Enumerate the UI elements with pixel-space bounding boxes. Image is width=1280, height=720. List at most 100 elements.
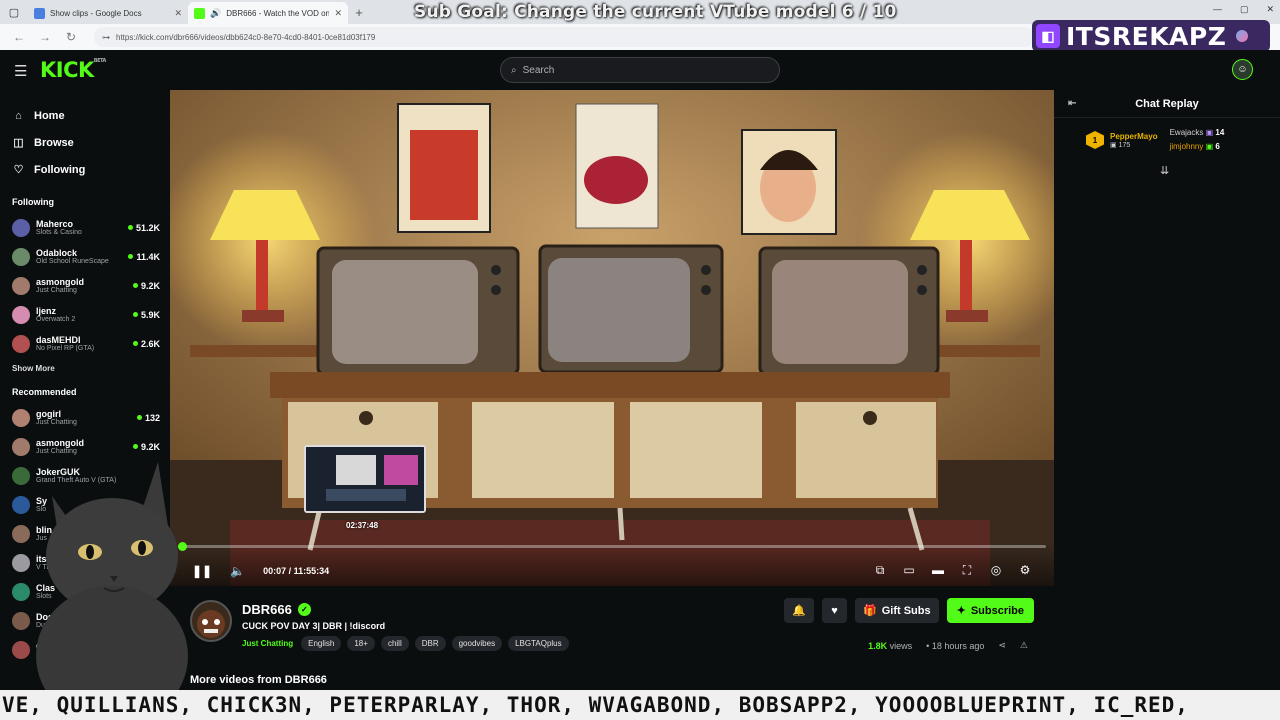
channel-category: Just Chatting <box>36 287 77 294</box>
verified-icon: ✓ <box>297 603 311 616</box>
upload-age: • 18 hours ago <box>926 640 985 651</box>
new-tab-button[interactable]: + <box>348 5 370 20</box>
top-gifter[interactable]: PepperMayo ▣ 175 <box>1110 132 1158 149</box>
settings-gear-icon[interactable]: ⚙ <box>1018 563 1032 578</box>
channel-avatar <box>12 437 30 456</box>
video-frame-image <box>170 90 1054 586</box>
maximize-icon[interactable]: ▢ <box>1240 4 1249 15</box>
tag-pill[interactable]: LBGTAQplus <box>508 636 569 651</box>
tab-title: DBR666 - Watch the VOD on Kick <box>226 8 330 18</box>
channel-avatar <box>12 495 30 514</box>
channel-category: Just Chatting <box>36 419 77 426</box>
close-window-icon[interactable]: ✕ <box>1266 4 1274 15</box>
upload-age-text: 18 hours ago <box>931 640 985 651</box>
tag-pill[interactable]: goodvibes <box>451 636 503 651</box>
expand-gifters-icon[interactable]: ⇊ <box>1160 164 1169 177</box>
sidebar-item-label: Home <box>34 109 65 122</box>
tab-google-docs[interactable]: Show clips - Google Docs ✕ <box>28 2 188 24</box>
channel-avatar <box>12 305 30 324</box>
star-icon: ✦ <box>956 605 966 617</box>
tag-pill[interactable]: 18+ <box>347 636 375 651</box>
viewer-count: 2.6K <box>132 339 160 349</box>
follow-button[interactable]: ♥ <box>822 598 847 623</box>
clip-icon[interactable]: ▭ <box>902 563 916 578</box>
chat-panel: ⇤ Chat Replay 1 PepperMayo ▣ 175 Ewajack… <box>1054 90 1280 690</box>
sidebar-item-browse[interactable]: ◫ Browse <box>12 129 170 156</box>
tag-pill[interactable]: English <box>301 636 342 651</box>
speaker-icon[interactable]: 🔊 <box>210 8 221 19</box>
twitch-logo-icon: ◧ <box>1036 24 1060 48</box>
viewer-count: 11.4K <box>128 252 160 262</box>
category-link[interactable]: Just Chatting <box>242 639 293 648</box>
sidebar-channel[interactable]: ljenz Overwatch 2 5.9K <box>0 300 170 329</box>
preview-timestamp: 02:37:48 <box>346 521 379 530</box>
streamer-name[interactable]: DBR666 ✓ <box>242 602 311 617</box>
channel-name: asmongold <box>36 277 85 287</box>
collapse-chat-icon[interactable]: ⇤ <box>1068 98 1076 109</box>
vtuber-cat-overlay <box>30 456 190 720</box>
theater-mode-icon[interactable]: ▬ <box>931 563 945 578</box>
sidebar-channel[interactable]: Maherco Slots & Casino 51.2K <box>0 213 170 242</box>
viewer-count: 9.2K <box>132 442 160 452</box>
channel-meta: asmongold Just Chatting <box>36 438 133 455</box>
viewer-count: 51.2K <box>127 223 160 233</box>
tag-pill[interactable]: DBR <box>414 636 446 651</box>
volume-icon[interactable]: 🔈 <box>230 564 245 578</box>
back-icon[interactable]: ← <box>12 30 26 44</box>
gifter-row[interactable]: Ewajacks ▣ 14 <box>1170 126 1225 140</box>
sidebar-item-following[interactable]: ♡ Following <box>12 156 170 183</box>
forward-icon[interactable]: → <box>38 30 52 44</box>
pause-icon[interactable]: ❚❚ <box>192 564 212 578</box>
channel-avatar <box>12 276 30 295</box>
channel-meta: dasMEHDI No Pixel RP (GTA) <box>36 335 133 352</box>
user-avatar[interactable]: ☺ <box>1232 59 1253 80</box>
seek-bar[interactable] <box>178 542 1046 551</box>
sidebar-item-home[interactable]: ⌂ Home <box>12 102 170 129</box>
close-tab-icon[interactable]: ✕ <box>174 8 182 19</box>
url-field[interactable]: ⊶ https://kick.com/dbr666/videos/dbb624c… <box>94 27 1034 47</box>
channel-category: Old School RuneScape <box>36 258 109 265</box>
miniplayer-icon[interactable]: ⧉ <box>873 563 887 578</box>
more-videos-heading: More videos from DBR666 <box>190 674 327 686</box>
gifter-count: 14 <box>1215 128 1225 137</box>
video-player[interactable]: 02:37:48 ❚❚ 🔈 00:07 / 11:55:34 ⧉ ▭ ▬ ⛶ ◎… <box>170 90 1054 586</box>
brand-name: ITSREKAPZ <box>1066 21 1227 51</box>
gifter-name: PepperMayo <box>1110 131 1158 141</box>
sidebar-channel[interactable]: Odablock Old School RuneScape 11.4K <box>0 242 170 271</box>
sidebar-channel[interactable]: gogirl Just Chatting 132 <box>0 403 170 432</box>
fullscreen-icon[interactable]: ⛶ <box>960 563 974 578</box>
share-icon[interactable]: ⋖ <box>998 640 1006 651</box>
home-icon: ⌂ <box>15 109 22 122</box>
report-icon[interactable]: ⚠ <box>1020 640 1028 651</box>
site-info-icon[interactable]: ⊶ <box>102 33 110 42</box>
close-tab-icon[interactable]: ✕ <box>334 8 342 19</box>
stream-info: DBR666 ✓ CUCK POV DAY 3| DBR | !discord … <box>170 586 1054 690</box>
gifter-count: 6 <box>1215 142 1220 151</box>
notification-bell-button[interactable]: 🔔 <box>784 598 814 623</box>
recommended-section-title: Recommended <box>12 387 77 397</box>
search-input[interactable]: ⌕ Search <box>500 57 780 83</box>
gift-subs-button[interactable]: 🎁 Gift Subs <box>855 598 939 623</box>
live-dot-icon <box>132 444 138 449</box>
subscribe-button[interactable]: ✦ Subscribe <box>946 598 1034 623</box>
minimize-icon[interactable]: — <box>1213 4 1222 15</box>
tag-pill[interactable]: chill <box>380 636 409 651</box>
playback-speed-icon[interactable]: ◎ <box>989 563 1003 578</box>
tab-kick-vod[interactable]: 🔊 DBR666 - Watch the VOD on Kick ✕ <box>188 2 348 24</box>
live-dot-icon <box>132 283 138 288</box>
reload-icon[interactable]: ↻ <box>64 30 78 44</box>
sidebar-channel[interactable]: asmongold Just Chatting 9.2K <box>0 271 170 300</box>
gifter-row[interactable]: jimjohnny ▣ 6 <box>1170 140 1225 154</box>
kick-logo[interactable]: KICKBETA <box>40 58 106 82</box>
gifter-name: Ewajacks <box>1169 128 1204 137</box>
streamer-avatar[interactable] <box>190 600 232 642</box>
subscriber-ticker: VE, QUILLIANS, CHICK3N, PETERPARLAY, THO… <box>0 690 1280 720</box>
show-more-button[interactable]: Show More <box>0 364 170 373</box>
menu-icon[interactable]: ☰ <box>14 62 27 80</box>
channel-avatar <box>12 218 30 237</box>
other-gifters: Ewajacks ▣ 14 jimjohnny ▣ 6 <box>1170 126 1225 154</box>
sidebar-channel[interactable]: dasMEHDI No Pixel RP (GTA) 2.6K <box>0 329 170 358</box>
window-menu-icon[interactable]: ▢ <box>0 0 28 24</box>
view-count-value: 1.8K <box>868 640 888 651</box>
player-controls-right: ⧉ ▭ ▬ ⛶ ◎ ⚙ <box>873 563 1032 578</box>
